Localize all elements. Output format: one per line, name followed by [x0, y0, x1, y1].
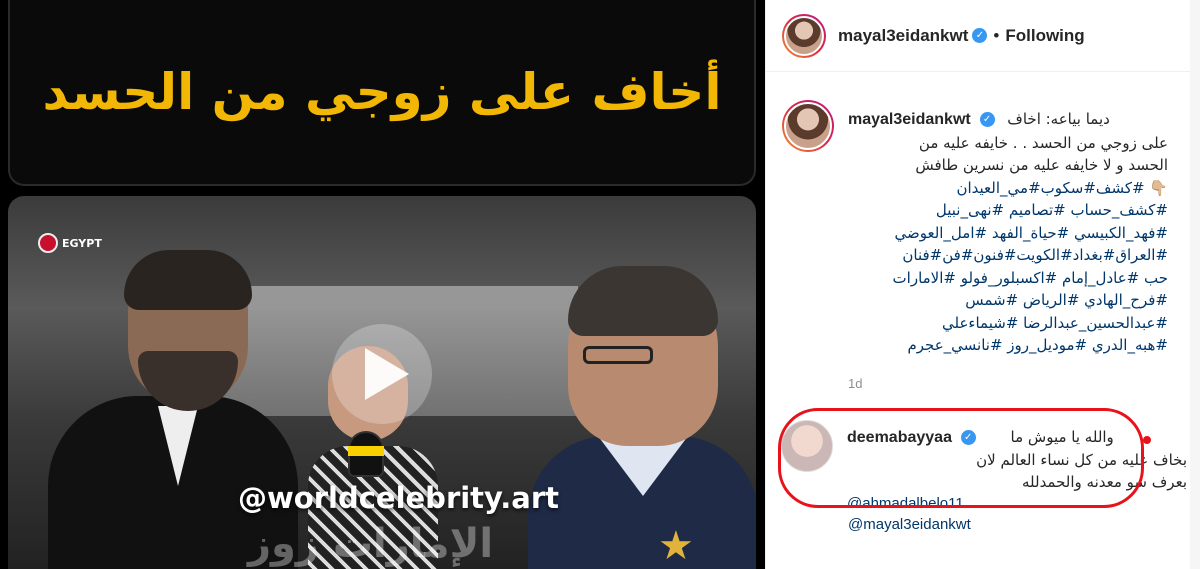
- play-icon: [365, 348, 409, 400]
- separator-dot: •: [993, 25, 1000, 45]
- video-player[interactable]: EGYPT @worldcelebrity.art الإمارات زوز ★: [8, 196, 756, 569]
- verified-icon: ✓: [972, 28, 988, 43]
- comment-line: بعرف شو معدنه والحمدلله: [1021, 473, 1187, 491]
- post-header: mayal3eidankwt ✓ • Following: [766, 0, 1200, 72]
- caption-line: ديما بياعه: اخاف: [1007, 110, 1110, 128]
- caption-line: الحسد و لا خايفه عليه من نسرين طافش: [915, 156, 1168, 174]
- caption-text-block: mayal3eidankwt ✓ ديما بياعه: اخاف على زو…: [848, 108, 1168, 357]
- microphone-label: [348, 446, 384, 456]
- comment-text-block: deemabayyaa ✓ والله يا ميوش ما بخاف عليه…: [847, 426, 1187, 505]
- hashtag-line[interactable]: #هبه_الدري #موديل_روز #نانسي_عجرم: [848, 334, 1168, 357]
- avatar[interactable]: [782, 13, 826, 58]
- hashtag-line[interactable]: #عبدالحسين_عبدالرضا #شيماءعلي: [848, 312, 1168, 335]
- hashtag-line[interactable]: #العراق#بغداد#الكويت#فنون#فن#فنان: [848, 244, 1168, 267]
- hashtag-line[interactable]: #فهد_الكبيسي #حياة_الفهد #امل_العوضي: [848, 222, 1168, 245]
- watermark-text: @worldcelebrity.art: [238, 481, 560, 515]
- post-media[interactable]: أخاف على زوجي من الحسد EGYPT @worldceleb: [0, 0, 765, 569]
- bottom-overlay-text: الإمارات زوز: [248, 521, 494, 567]
- play-button[interactable]: [332, 324, 432, 424]
- hashtag-line[interactable]: #كشف_حساب #تصاميم #نهى_نبيل: [848, 199, 1168, 222]
- post-time[interactable]: 1d: [848, 376, 862, 391]
- star-icon: ★: [658, 523, 694, 569]
- verified-icon: ✓: [979, 112, 995, 127]
- logo-icon: [38, 233, 58, 253]
- highlight-dot: [1143, 436, 1151, 444]
- scrollbar[interactable]: [1190, 0, 1200, 569]
- following-button[interactable]: Following: [1005, 26, 1084, 46]
- caption-text: أخاف على زوجي من الحسد: [42, 63, 722, 121]
- logo-text: EGYPT: [62, 236, 102, 250]
- comment-line: والله يا ميوش ما: [1010, 428, 1114, 446]
- comment-mention-partial[interactable]: @ahmadalbelo11: [847, 493, 1187, 505]
- caption-avatar[interactable]: [782, 100, 834, 152]
- comment-username[interactable]: deemabayyaa: [847, 429, 952, 446]
- hashtag-line[interactable]: #فرح_الهادي #الرياض #شمس: [848, 289, 1168, 312]
- comment-mention[interactable]: @mayal3eidankwt: [848, 516, 971, 533]
- comment-line: بخاف عليه من كل نساء العالم لان: [976, 451, 1187, 469]
- media-frame: أخاف على زوجي من الحسد EGYPT @worldceleb: [8, 0, 756, 569]
- caption-card: أخاف على زوجي من الحسد: [8, 0, 756, 186]
- man-right: [528, 266, 756, 569]
- caption-username[interactable]: mayal3eidankwt: [848, 111, 971, 128]
- caption-line: على زوجي من الحسد . . خايفه عليه من: [918, 133, 1168, 152]
- verified-icon: ✓: [960, 430, 976, 445]
- comment-avatar[interactable]: [781, 420, 833, 472]
- channel-logo: EGYPT: [38, 230, 108, 256]
- hashtag-line[interactable]: حب #عادل_إمام #اكسبلور_فولو #الامارات: [848, 267, 1168, 290]
- hashtag-line[interactable]: 👇🏼 #كشف#سكوب#مي_العيدان: [848, 177, 1168, 200]
- header-username[interactable]: mayal3eidankwt: [838, 26, 968, 46]
